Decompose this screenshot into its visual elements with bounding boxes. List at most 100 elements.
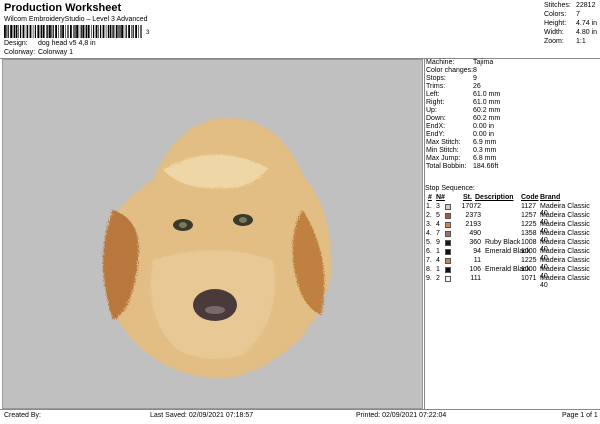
stat-height: Height: 4.74 in bbox=[541, 20, 599, 29]
barcode-bar bbox=[118, 25, 119, 38]
stop-stitches: 106 bbox=[469, 266, 481, 273]
stat-label: Colors: bbox=[544, 11, 567, 18]
barcode-bar bbox=[105, 25, 107, 38]
info-value: 60.2 mm bbox=[473, 115, 501, 122]
stop-sequence-title: Stop Sequence: bbox=[425, 185, 475, 192]
stop-code: 1257 bbox=[521, 212, 537, 219]
barcode-bar bbox=[121, 25, 123, 38]
barcode-bar bbox=[46, 25, 47, 38]
barcode-bar bbox=[27, 25, 29, 38]
color-swatch bbox=[445, 267, 451, 273]
stop-row: 8. 1 106 Emerald Black 1000 Madeira Classic 4… bbox=[425, 266, 599, 280]
barcode-bar bbox=[93, 25, 95, 38]
stat-label: Height: bbox=[544, 20, 567, 27]
footer-divider bbox=[0, 409, 600, 410]
info-label: EndX: bbox=[426, 123, 446, 130]
stop-needle: 9 bbox=[436, 239, 440, 246]
barcode-bar bbox=[60, 25, 62, 38]
barcode-bar bbox=[119, 25, 121, 38]
info-value: 0.3 mm bbox=[473, 147, 497, 154]
stop-stitches: 2373 bbox=[465, 212, 481, 219]
stop-code: 1008 bbox=[521, 239, 537, 246]
info-label: Machine: bbox=[426, 59, 455, 66]
col-code: Code bbox=[521, 194, 539, 201]
barcode bbox=[4, 25, 142, 38]
info-label: EndY: bbox=[426, 131, 445, 138]
page-title: Production Worksheet bbox=[4, 2, 122, 14]
stop-num: 4. bbox=[426, 230, 432, 237]
stop-row: 7. 4 11 1225 Madeira Classic 40 bbox=[425, 257, 599, 271]
stop-needle: 5 bbox=[436, 212, 440, 219]
barcode-bar bbox=[82, 25, 85, 38]
colorway-label: Colorway: bbox=[4, 49, 36, 56]
printed-date: Printed: 02/09/2021 07:22:04 bbox=[356, 412, 447, 419]
machine-info-row: Left: 61.0 mm bbox=[425, 91, 595, 99]
barcode-bar bbox=[95, 25, 98, 38]
barcode-bar bbox=[109, 25, 112, 38]
barcode-bar bbox=[73, 25, 74, 38]
stop-num: 7. bbox=[426, 257, 432, 264]
barcode-bar bbox=[67, 25, 69, 38]
machine-info-row: Total Bobbin: 184.66ft bbox=[425, 163, 595, 171]
info-label: Color changes: bbox=[426, 67, 474, 74]
stop-num: 9. bbox=[426, 275, 432, 282]
barcode-bar bbox=[62, 25, 64, 38]
barcode-bar bbox=[29, 25, 32, 38]
barcode-bar bbox=[91, 25, 92, 38]
created-by: Created By: bbox=[4, 412, 41, 419]
barcode-bar bbox=[112, 25, 113, 38]
barcode-bar bbox=[84, 25, 86, 38]
stat-value: 1:1 bbox=[576, 38, 586, 45]
stop-stitches: 94 bbox=[473, 248, 481, 255]
stat-zoom: Zoom: 1:1 bbox=[541, 38, 599, 47]
barcode-bar bbox=[37, 25, 40, 38]
color-swatch bbox=[445, 222, 451, 228]
info-value: 6.9 mm bbox=[473, 139, 497, 146]
barcode-bar bbox=[113, 25, 115, 38]
barcode-bar bbox=[87, 25, 90, 38]
info-label: Left: bbox=[426, 91, 440, 98]
machine-info-row: Color changes: 8 bbox=[425, 67, 595, 75]
stop-brand: Madeira Classic 40 bbox=[540, 275, 590, 289]
machine-info-row: Down: 60.2 mm bbox=[425, 115, 595, 123]
barcode-bar bbox=[107, 25, 109, 38]
barcode-bar bbox=[135, 25, 137, 38]
barcode-bar bbox=[7, 25, 9, 38]
barcode-bar bbox=[98, 25, 99, 38]
stop-row: 3. 4 2193 1225 Madeira Classic 40 bbox=[425, 221, 599, 235]
info-value: 6.8 mm bbox=[473, 155, 497, 162]
barcode-bar bbox=[4, 25, 6, 38]
color-swatch bbox=[445, 276, 451, 282]
barcode-bar bbox=[39, 25, 41, 38]
color-swatch bbox=[445, 249, 451, 255]
stat-colors: Colors: 7 bbox=[541, 11, 599, 20]
stop-num: 5. bbox=[426, 239, 432, 246]
col-num: # bbox=[428, 194, 432, 201]
info-value: 8 bbox=[473, 67, 477, 74]
stop-needle: 3 bbox=[436, 203, 440, 210]
machine-info-row: EndX: 0.00 in bbox=[425, 123, 595, 131]
machine-info-row: Machine: Tajima bbox=[425, 59, 595, 67]
stop-stitches: 111 bbox=[470, 275, 481, 282]
barcode-bar bbox=[49, 25, 51, 38]
stat-stitches: Stitches: 22812 bbox=[541, 2, 599, 11]
info-value: 184.66ft bbox=[473, 163, 499, 170]
barcode-bar bbox=[78, 25, 80, 38]
color-swatch bbox=[445, 231, 451, 237]
info-value: 61.0 mm bbox=[473, 91, 501, 98]
stop-stitches: 360 bbox=[469, 239, 481, 246]
barcode-bar bbox=[6, 25, 7, 38]
barcode-bar bbox=[74, 25, 76, 38]
stat-label: Stitches: bbox=[544, 2, 571, 9]
barcode-bar bbox=[42, 25, 45, 38]
barcode-bar bbox=[125, 25, 127, 38]
stop-row: 6. 1 94 Emerald Black 1000 Madeira Classic 40 bbox=[425, 248, 599, 262]
stop-stitches: 17072 bbox=[461, 203, 481, 210]
info-label: Max Jump: bbox=[426, 155, 461, 162]
barcode-bar bbox=[80, 25, 82, 38]
info-label: Stops: bbox=[426, 75, 446, 82]
barcode-suffix: 3 bbox=[146, 30, 150, 36]
machine-info-row: Max Jump: 6.8 mm bbox=[425, 155, 595, 163]
stop-stitches: 490 bbox=[469, 230, 481, 237]
machine-info-row: Max Stitch: 6.9 mm bbox=[425, 139, 595, 147]
